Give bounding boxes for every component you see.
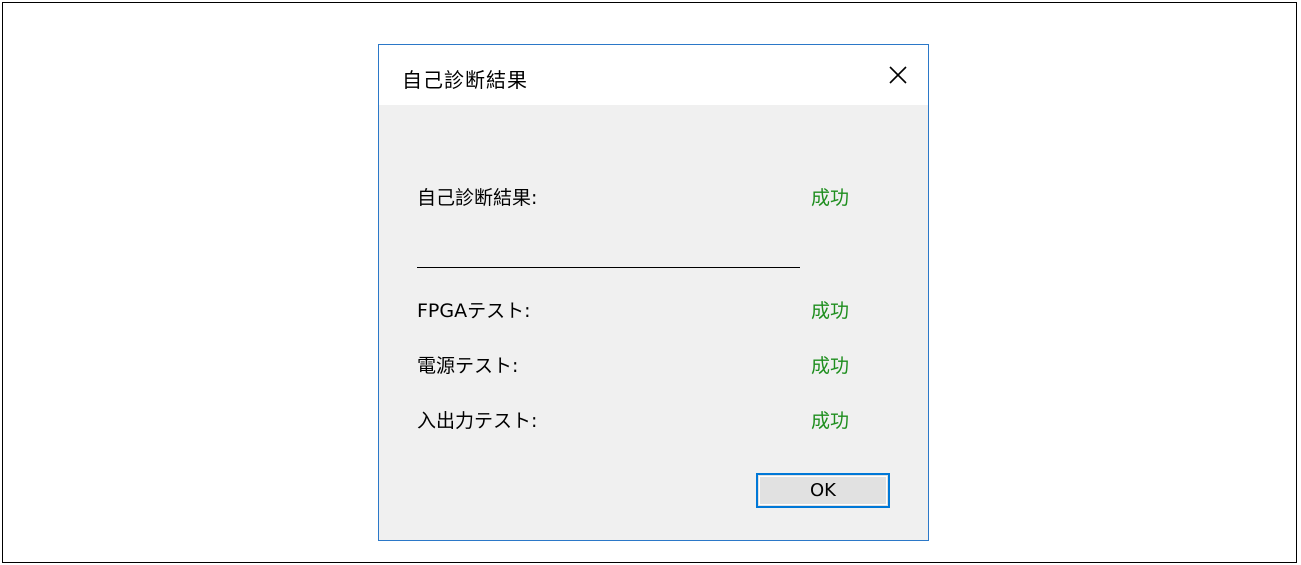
self-diagnosis-dialog: 自己診断結果 自己診断結果: 成功 FPGAテスト: 成功 電源テスト: 成功 … — [378, 44, 929, 541]
summary-status: 成功 — [811, 187, 850, 209]
test-status-io: 成功 — [811, 410, 850, 432]
dialog-title: 自己診断結果 — [402, 68, 528, 92]
screenshot-frame: 自己診断結果 自己診断結果: 成功 FPGAテスト: 成功 電源テスト: 成功 … — [2, 2, 1297, 563]
divider — [417, 267, 800, 268]
ok-button[interactable]: OK — [756, 473, 890, 508]
summary-label: 自己診断結果: — [417, 187, 538, 209]
test-label-fpga: FPGAテスト: — [417, 300, 531, 322]
ok-button-label: OK — [810, 480, 836, 501]
dialog-titlebar: 自己診断結果 — [379, 45, 928, 105]
test-label-io: 入出力テスト: — [417, 410, 538, 432]
close-icon — [889, 66, 907, 84]
close-button[interactable] — [872, 45, 928, 105]
test-label-power: 電源テスト: — [417, 355, 519, 377]
test-status-power: 成功 — [811, 355, 850, 377]
test-status-fpga: 成功 — [811, 300, 850, 322]
